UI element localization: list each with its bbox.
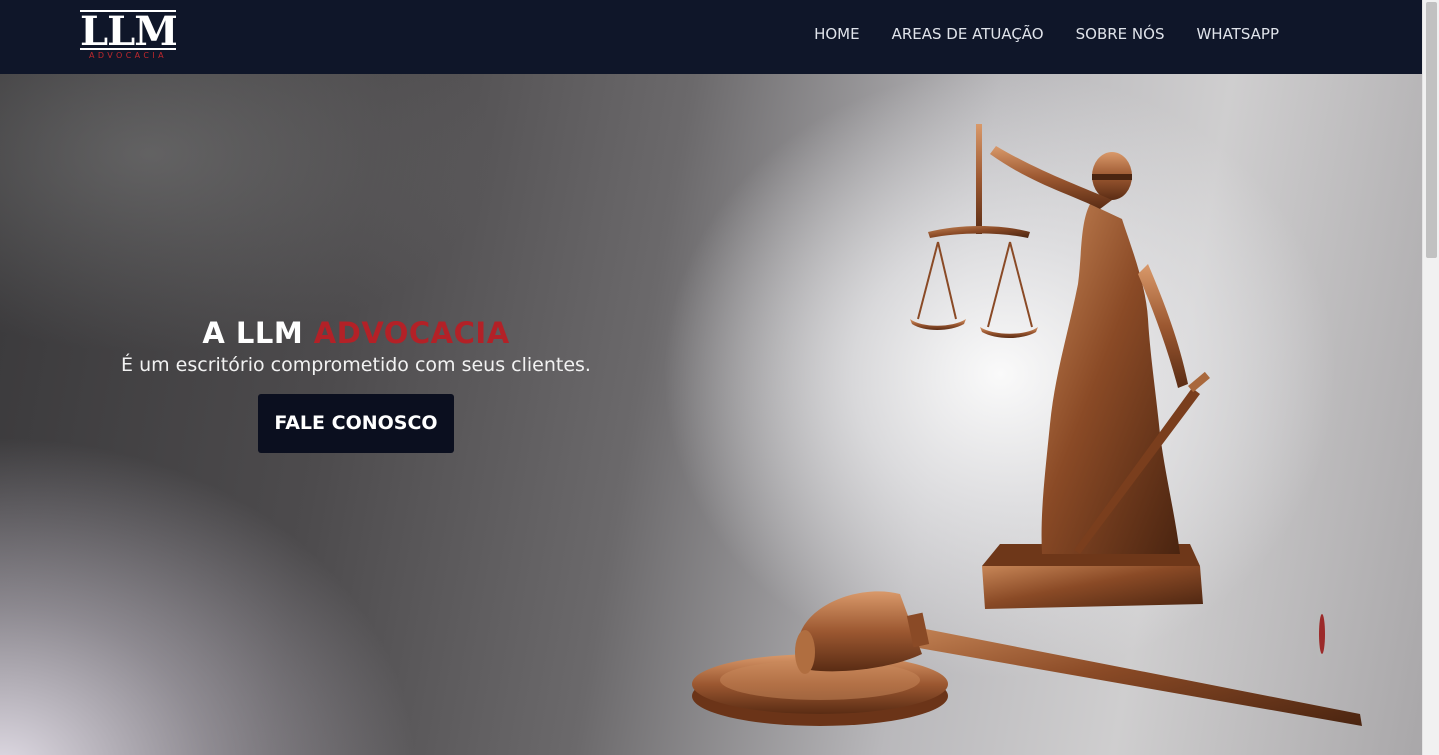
page-scrollbar[interactable] [1422, 0, 1439, 755]
brand-logo[interactable]: LLM ADVOCACIA [80, 10, 178, 62]
hero-title-accent: ADVOCACIA [313, 316, 510, 350]
hero-section: A LLM ADVOCACIA É um escritório comprome… [0, 74, 1422, 755]
hero-title-prefix: A LLM [202, 316, 304, 350]
justice-statue-image [910, 124, 1210, 609]
main-nav: HOME AREAS DE ATUAÇÃO SOBRE NÓS WHATSAPP [814, 24, 1279, 44]
scrollbar-thumb[interactable] [1426, 2, 1437, 258]
hero-subtitle: É um escritório comprometido com seus cl… [121, 354, 591, 376]
navbar: LLM ADVOCACIA HOME AREAS DE ATUAÇÃO SOBR… [0, 0, 1422, 74]
hero-title: A LLM ADVOCACIA [100, 316, 612, 350]
nav-home-link[interactable]: HOME [814, 24, 860, 44]
nav-about-link[interactable]: SOBRE NÓS [1076, 24, 1165, 44]
hero-content: A LLM ADVOCACIA É um escritório comprome… [100, 316, 612, 453]
justice-artwork [692, 124, 1362, 726]
nav-whatsapp-link[interactable]: WHATSAPP [1196, 24, 1279, 44]
logo-wordmark: LLM [80, 10, 176, 50]
logo-tagline: ADVOCACIA [88, 51, 168, 60]
contact-us-button[interactable]: FALE CONOSCO [258, 394, 454, 453]
nav-areas-link[interactable]: AREAS DE ATUAÇÃO [892, 24, 1044, 44]
gavel-image [692, 591, 1362, 726]
